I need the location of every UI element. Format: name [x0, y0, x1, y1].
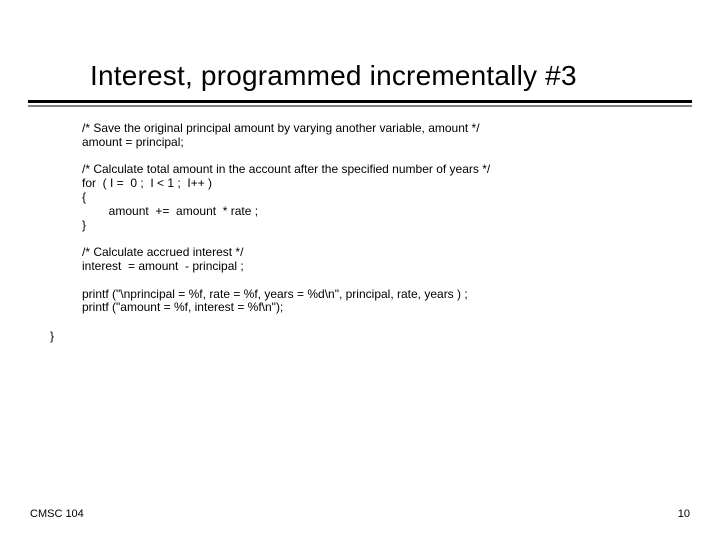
divider-wrap [0, 100, 720, 110]
code-line: printf ("\nprincipal = %f, rate = %f, ye… [82, 287, 468, 301]
code-line: { [82, 190, 86, 204]
closing-brace: } [0, 315, 720, 343]
code-line: amount += amount * rate ; [82, 204, 258, 218]
code-line: amount = principal; [82, 135, 184, 149]
code-line: interest = amount - principal ; [82, 259, 244, 273]
divider-lower [28, 105, 692, 107]
slide: Interest, programmed incrementally #3 /*… [0, 0, 720, 540]
code-line: } [82, 218, 86, 232]
code-block: /* Save the original principal amount by… [0, 110, 720, 315]
footer-course: CMSC 104 [30, 508, 84, 520]
code-line: /* Calculate total amount in the account… [82, 162, 490, 176]
code-line: printf ("amount = %f, interest = %f\n"); [82, 300, 283, 314]
footer-page-number: 10 [678, 508, 690, 520]
divider-upper [28, 100, 692, 103]
code-line: /* Calculate accrued interest */ [82, 245, 243, 259]
title-block: Interest, programmed incrementally #3 [0, 0, 720, 100]
divider [28, 100, 692, 110]
code-line: /* Save the original principal amount by… [82, 121, 480, 135]
code-line: for ( I = 0 ; I < 1 ; I++ ) [82, 176, 212, 190]
page-title: Interest, programmed incrementally #3 [90, 60, 680, 92]
